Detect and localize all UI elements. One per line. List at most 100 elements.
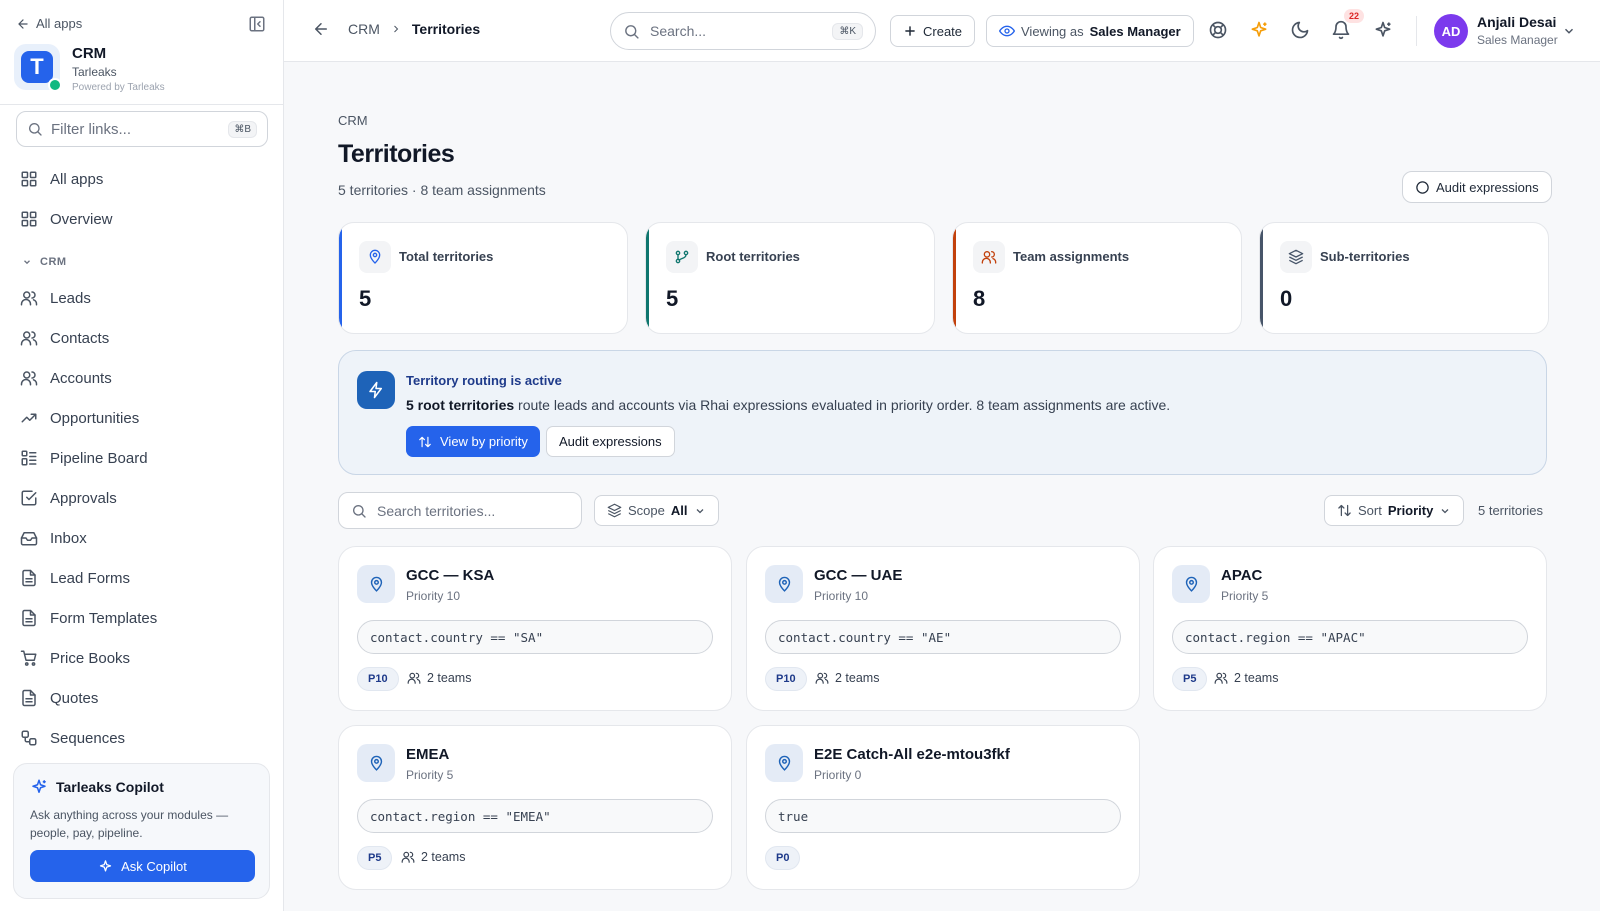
notifications-button[interactable]: [1331, 20, 1351, 40]
sidebar-item-opportunities[interactable]: Opportunities: [20, 404, 139, 432]
dark-mode-toggle[interactable]: [1290, 20, 1310, 40]
stat-card-team-assignments: Team assignments 8: [952, 222, 1242, 334]
sidebar-item-label: Pipeline Board: [50, 449, 148, 467]
sidebar-item-approvals[interactable]: Approvals: [20, 484, 117, 512]
priority-badge: P10: [357, 667, 399, 691]
map-pin-icon: [357, 744, 395, 782]
sidebar-item-label: Lead Forms: [50, 569, 131, 587]
arrow-left-icon: [315, 23, 327, 35]
sidebar-item-inbox[interactable]: Inbox: [20, 524, 87, 552]
document-icon: [22, 609, 36, 627]
users-icon: [20, 291, 38, 306]
search-icon: [29, 123, 42, 136]
territory-expression: contact.country == "AE": [765, 620, 1121, 654]
sort-arrows-icon: [1338, 504, 1351, 517]
territory-priority: Priority 10: [814, 589, 869, 603]
page-eyebrow: CRM: [338, 113, 368, 128]
page-subtitle: 5 territories · 8 team assignments: [338, 182, 546, 198]
sidebar-item-label: Form Templates: [50, 609, 158, 627]
audit-expressions-button[interactable]: Audit expressions: [1402, 171, 1552, 203]
sidebar-item-label: Contacts: [50, 329, 110, 347]
chevron-down-icon: [1441, 508, 1449, 513]
sidebar-item-leads[interactable]: Leads: [20, 284, 91, 312]
priority-badge: P5: [357, 846, 393, 870]
map-pin-icon: [359, 241, 391, 273]
stat-label: Sub-territories: [1320, 249, 1410, 264]
chevron-down-icon: [24, 260, 30, 265]
back-button[interactable]: [312, 20, 330, 38]
territory-card[interactable]: APAC Priority 5 contact.region == "APAC"…: [1153, 546, 1547, 711]
sidebar-item-label: Inbox: [50, 529, 87, 547]
sparkles-icon: [1251, 21, 1267, 37]
global-search-input[interactable]: Search... ⌘K: [610, 12, 876, 50]
workflow-icon: [21, 730, 37, 746]
viewing-as-button[interactable]: Viewing as Sales Manager: [986, 15, 1194, 47]
stat-value: 5: [666, 286, 679, 311]
filter-links-input[interactable]: Filter links... ⌘B: [16, 111, 268, 147]
sidebar-item-label: All apps: [50, 170, 104, 188]
stat-value: 5: [359, 286, 372, 311]
grid-icon: [21, 211, 37, 227]
sidebar-item-overview[interactable]: Overview: [20, 205, 113, 233]
collapse-sidebar-button[interactable]: [248, 15, 266, 33]
status-dot: [48, 78, 62, 92]
all-apps-back-link[interactable]: All apps: [16, 16, 82, 31]
breadcrumb-crm[interactable]: CRM: [348, 21, 380, 37]
sidebar-item-pipeline-board[interactable]: Pipeline Board: [20, 444, 148, 472]
plus-icon: [905, 26, 915, 36]
create-button[interactable]: Create: [890, 15, 976, 47]
page-title: Territories: [338, 140, 455, 168]
chevron-down-icon: [696, 508, 703, 513]
eye-icon: [999, 25, 1015, 37]
sidebar-item-contacts[interactable]: Contacts: [20, 324, 109, 352]
sidebar-item-all-apps[interactable]: All apps: [20, 165, 103, 193]
create-label: Create: [923, 23, 963, 39]
copilot-description: Ask anything across your modules — peopl…: [30, 808, 229, 840]
ask-copilot-button[interactable]: Ask Copilot: [30, 850, 255, 882]
viewing-as-role: Sales Manager: [1089, 23, 1181, 39]
sidebar-item-form-templates[interactable]: Form Templates: [20, 604, 157, 632]
territory-card[interactable]: GCC — UAE Priority 10 contact.country ==…: [746, 546, 1140, 711]
routing-title: Territory routing is active: [406, 373, 562, 388]
scope-label: Scope: [628, 503, 665, 518]
stat-accent-bar: [339, 223, 342, 333]
sidebar-item-lead-forms[interactable]: Lead Forms: [20, 564, 130, 592]
copilot-title: Tarleaks Copilot: [56, 779, 164, 795]
view-by-priority-label: View by priority: [440, 434, 528, 449]
user-name[interactable]: Anjali Desai: [1477, 14, 1556, 30]
routing-audit-expressions-button[interactable]: Audit expressions: [546, 426, 675, 457]
life-buoy-icon: [1209, 21, 1227, 39]
sidebar-item-accounts[interactable]: Accounts: [20, 364, 112, 392]
sidebar-item-sequences[interactable]: Sequences: [20, 724, 125, 752]
ai-insights-button[interactable]: [1249, 20, 1269, 40]
territory-name: APAC: [1221, 567, 1263, 584]
stat-card-sub-territories: Sub-territories 0: [1259, 222, 1549, 334]
check-square-icon: [21, 490, 37, 506]
sidebar: All apps T CRM Tarleaks Powered by Tarle…: [0, 0, 284, 911]
sort-dropdown[interactable]: Sort Priority: [1324, 495, 1465, 526]
users-icon: [1214, 672, 1228, 684]
sidebar-item-quotes[interactable]: Quotes: [20, 684, 98, 712]
avatar[interactable]: AD: [1434, 14, 1468, 48]
org-name: Tarleaks: [72, 65, 117, 79]
sparkles-icon: [1375, 21, 1391, 37]
search-territories-placeholder: Search territories...: [377, 502, 496, 519]
search-icon: [625, 24, 639, 39]
territory-card[interactable]: EMEA Priority 5 contact.region == "EMEA"…: [338, 725, 732, 890]
scope-filter-dropdown[interactable]: Scope All: [594, 495, 719, 526]
teams-count-label: 2 teams: [421, 850, 466, 864]
app-brand: T CRM Tarleaks Powered by Tarleaks: [14, 44, 165, 96]
filter-shortcut: ⌘B: [228, 120, 257, 138]
sidebar-item-label: Approvals: [50, 489, 117, 507]
help-button[interactable]: [1208, 20, 1228, 40]
sidebar-section-crm[interactable]: CRM: [22, 256, 67, 268]
user-menu-toggle[interactable]: [1562, 24, 1576, 38]
sort-label: Sort: [1358, 503, 1382, 518]
search-territories-input[interactable]: Search territories...: [338, 492, 582, 529]
stat-card-root-territories: Root territories 5: [645, 222, 935, 334]
copilot-header-button[interactable]: [1373, 20, 1393, 40]
sidebar-item-price-books[interactable]: Price Books: [20, 644, 130, 672]
view-by-priority-button[interactable]: View by priority: [406, 426, 540, 457]
territory-card[interactable]: E2E Catch-All e2e-mtou3fkf Priority 0 tr…: [746, 725, 1140, 890]
territory-card[interactable]: GCC — KSA Priority 10 contact.country ==…: [338, 546, 732, 711]
